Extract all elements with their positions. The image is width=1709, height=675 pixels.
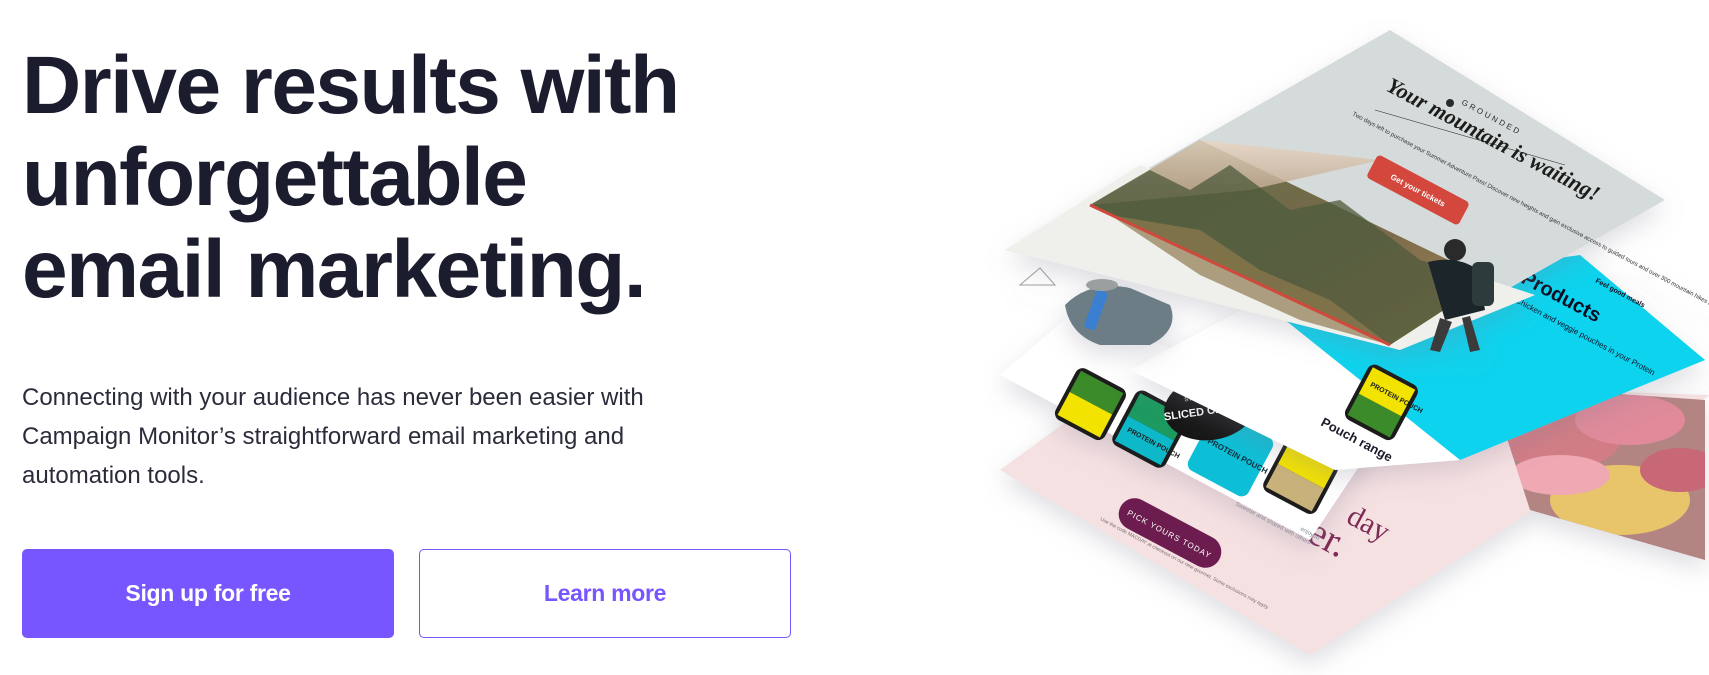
hero-description: Connecting with your audience has never … [22, 378, 782, 495]
learn-more-button[interactable]: Learn more [419, 549, 791, 638]
email-templates-illustration: PICK YOURS TODAY day er. Use the code MA… [1000, 30, 1709, 655]
sign-up-button[interactable]: Sign up for free [22, 549, 394, 638]
headline-line-2: unforgettable [22, 132, 528, 223]
headline-line-1: Drive results with [22, 40, 680, 131]
description-line-1: Connecting with your audience has never … [22, 384, 644, 411]
headline-line-3: email marketing. [22, 224, 647, 315]
description-line-3: automation tools. [22, 462, 205, 489]
hero-text-block: Drive results with unforgettable email m… [22, 40, 802, 316]
description-line-2: Campaign Monitor’s straightforward email… [22, 423, 625, 450]
page-title: Drive results with unforgettable email m… [22, 40, 802, 316]
